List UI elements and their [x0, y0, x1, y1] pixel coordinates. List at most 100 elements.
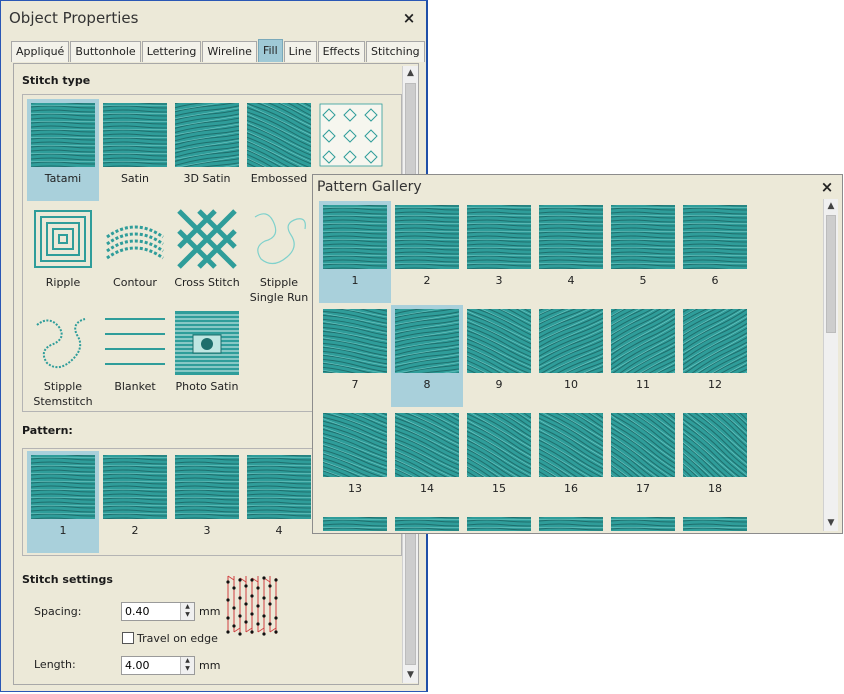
pattern-swatch-icon — [539, 413, 603, 477]
tab-stitching[interactable]: Stitching — [365, 41, 425, 62]
gallery-item-3[interactable]: 3 — [463, 201, 535, 303]
tab-line[interactable]: Line — [283, 41, 317, 62]
pattern-item-1-label: 1 — [59, 524, 67, 537]
gallery-item-15-label: 15 — [492, 482, 506, 495]
stitch-type-photo-satin[interactable]: Photo Satin — [171, 307, 243, 409]
embossed-icon — [247, 103, 311, 167]
pattern-item-4[interactable]: 4 — [243, 451, 315, 553]
spin-down-icon[interactable]: ▼ — [181, 611, 194, 619]
gallery-item-more-20[interactable] — [463, 513, 535, 531]
stitch-preview-icon — [226, 575, 278, 636]
spacing-unit: mm — [199, 605, 221, 618]
pattern-swatch-icon — [323, 413, 387, 477]
pattern-swatch-icon — [611, 309, 675, 373]
pattern-gallery-scroll-thumb[interactable] — [826, 215, 836, 333]
gallery-item-1[interactable]: 1 — [319, 201, 391, 303]
pattern-item-1[interactable]: 1 — [27, 451, 99, 553]
gallery-item-5-label: 5 — [639, 274, 647, 287]
length-unit: mm — [199, 659, 221, 672]
pattern-gallery-titlebar[interactable]: Pattern Gallery × — [313, 175, 842, 199]
gallery-item-more-23[interactable] — [679, 513, 751, 531]
gallery-item-more-22[interactable] — [607, 513, 679, 531]
tab-fill[interactable]: Fill — [257, 39, 283, 62]
gallery-item-15[interactable]: 15 — [463, 409, 535, 511]
stitch-type-tatami[interactable]: Tatami — [27, 99, 99, 201]
gallery-item-2-label: 2 — [423, 274, 431, 287]
gallery-item-11[interactable]: 11 — [607, 305, 679, 407]
tatami-icon — [31, 103, 95, 167]
gallery-item-5[interactable]: 5 — [607, 201, 679, 303]
pattern-item-3-label: 3 — [203, 524, 211, 537]
stitch-type-photo-satin-label: Photo Satin — [175, 380, 239, 393]
tab-lettering[interactable]: Lettering — [141, 41, 202, 62]
pattern-swatch-icon — [467, 205, 531, 269]
spin-up-icon[interactable]: ▲ — [181, 603, 194, 611]
close-icon[interactable]: × — [818, 178, 836, 196]
pattern-swatch-icon — [395, 413, 459, 477]
gallery-item-6[interactable]: 6 — [679, 201, 751, 303]
gallery-item-8[interactable]: 8 — [391, 305, 463, 407]
gallery-item-16-label: 16 — [564, 482, 578, 495]
pattern-swatch-icon — [539, 205, 603, 269]
stitch-type-ripple-label: Ripple — [45, 276, 81, 289]
gallery-item-9-label: 9 — [495, 378, 503, 391]
pattern-swatch-icon — [539, 309, 603, 373]
spin-up-icon[interactable]: ▲ — [181, 657, 194, 665]
spacing-spin-buttons[interactable]: ▲ ▼ — [180, 603, 194, 620]
stitch-type-embossed[interactable]: Embossed — [243, 99, 315, 201]
gallery-item-17[interactable]: 17 — [607, 409, 679, 511]
pattern-gallery-scrollbar[interactable]: ▲ ▼ — [823, 199, 838, 531]
length-spin-buttons[interactable]: ▲ ▼ — [180, 657, 194, 674]
close-icon[interactable]: × — [400, 9, 418, 27]
spin-down-icon[interactable]: ▼ — [181, 665, 194, 673]
gallery-item-11-label: 11 — [636, 378, 650, 391]
length-stepper[interactable]: ▲▼ — [121, 656, 195, 675]
stitch-type-3d-satin[interactable]: 3D Satin — [171, 99, 243, 201]
gallery-item-9[interactable]: 9 — [463, 305, 535, 407]
stitch-type-ripple[interactable]: Ripple — [27, 203, 99, 305]
gallery-item-7-label: 7 — [351, 378, 359, 391]
tab-wireline[interactable]: Wireline — [202, 41, 257, 62]
scroll-down-icon[interactable]: ▼ — [403, 668, 418, 683]
scroll-up-icon[interactable]: ▲ — [824, 199, 838, 214]
travel-on-edge-checkbox[interactable] — [122, 632, 134, 644]
tab-applique[interactable]: Appliqué — [11, 41, 70, 62]
gallery-item-13[interactable]: 13 — [319, 409, 391, 511]
gallery-item-14[interactable]: 14 — [391, 409, 463, 511]
gallery-item-2[interactable]: 2 — [391, 201, 463, 303]
gallery-item-more-18[interactable] — [319, 513, 391, 531]
stitch-type-blanket[interactable]: Blanket — [99, 307, 171, 409]
pattern-swatch-icon — [683, 517, 747, 531]
scroll-down-icon[interactable]: ▼ — [824, 516, 838, 531]
ripple-icon — [34, 210, 92, 268]
stitch-type-cross-stitch[interactable]: Cross Stitch — [171, 203, 243, 305]
stitch-settings-heading: Stitch settings — [22, 573, 113, 586]
spacing-stepper[interactable]: ▲▼ — [121, 602, 195, 621]
gallery-item-more-19[interactable] — [391, 513, 463, 531]
pattern-item-2[interactable]: 2 — [99, 451, 171, 553]
gallery-item-12[interactable]: 12 — [679, 305, 751, 407]
travel-on-edge-label: Travel on edge — [137, 632, 218, 645]
cross-stitch-icon — [177, 209, 237, 269]
stitch-type-stipple-single-run[interactable]: Stipple Single Run — [243, 203, 315, 305]
stitch-type-stipple-stemstitch[interactable]: Stipple Stemstitch — [27, 307, 99, 409]
gallery-item-4-label: 4 — [567, 274, 575, 287]
stitch-type-cross-stitch-label: Cross Stitch — [174, 276, 240, 289]
gallery-item-10[interactable]: 10 — [535, 305, 607, 407]
gallery-item-7[interactable]: 7 — [319, 305, 391, 407]
gallery-item-18[interactable]: 18 — [679, 409, 751, 511]
gallery-item-more-21[interactable] — [535, 513, 607, 531]
gallery-item-12-label: 12 — [708, 378, 722, 391]
pattern-gallery-window: Pattern Gallery × 1 2 3 4 5 6 7 8 9 10 11 12 13 14 15 1… — [312, 174, 843, 534]
gallery-item-4[interactable]: 4 — [535, 201, 607, 303]
tab-effects[interactable]: Effects — [317, 41, 365, 62]
object-properties-title: Object Properties — [9, 9, 139, 27]
stitch-type-satin[interactable]: Satin — [99, 99, 171, 201]
object-properties-titlebar[interactable]: Object Properties × — [1, 1, 426, 35]
tab-buttonhole[interactable]: Buttonhole — [70, 41, 141, 62]
scroll-up-icon[interactable]: ▲ — [403, 66, 418, 81]
pattern-item-3[interactable]: 3 — [171, 451, 243, 553]
stitch-type-contour[interactable]: Contour — [99, 203, 171, 305]
gallery-item-16[interactable]: 16 — [535, 409, 607, 511]
stitch-type-stipple-stemstitch-label: Stipple Stemstitch — [33, 380, 93, 408]
